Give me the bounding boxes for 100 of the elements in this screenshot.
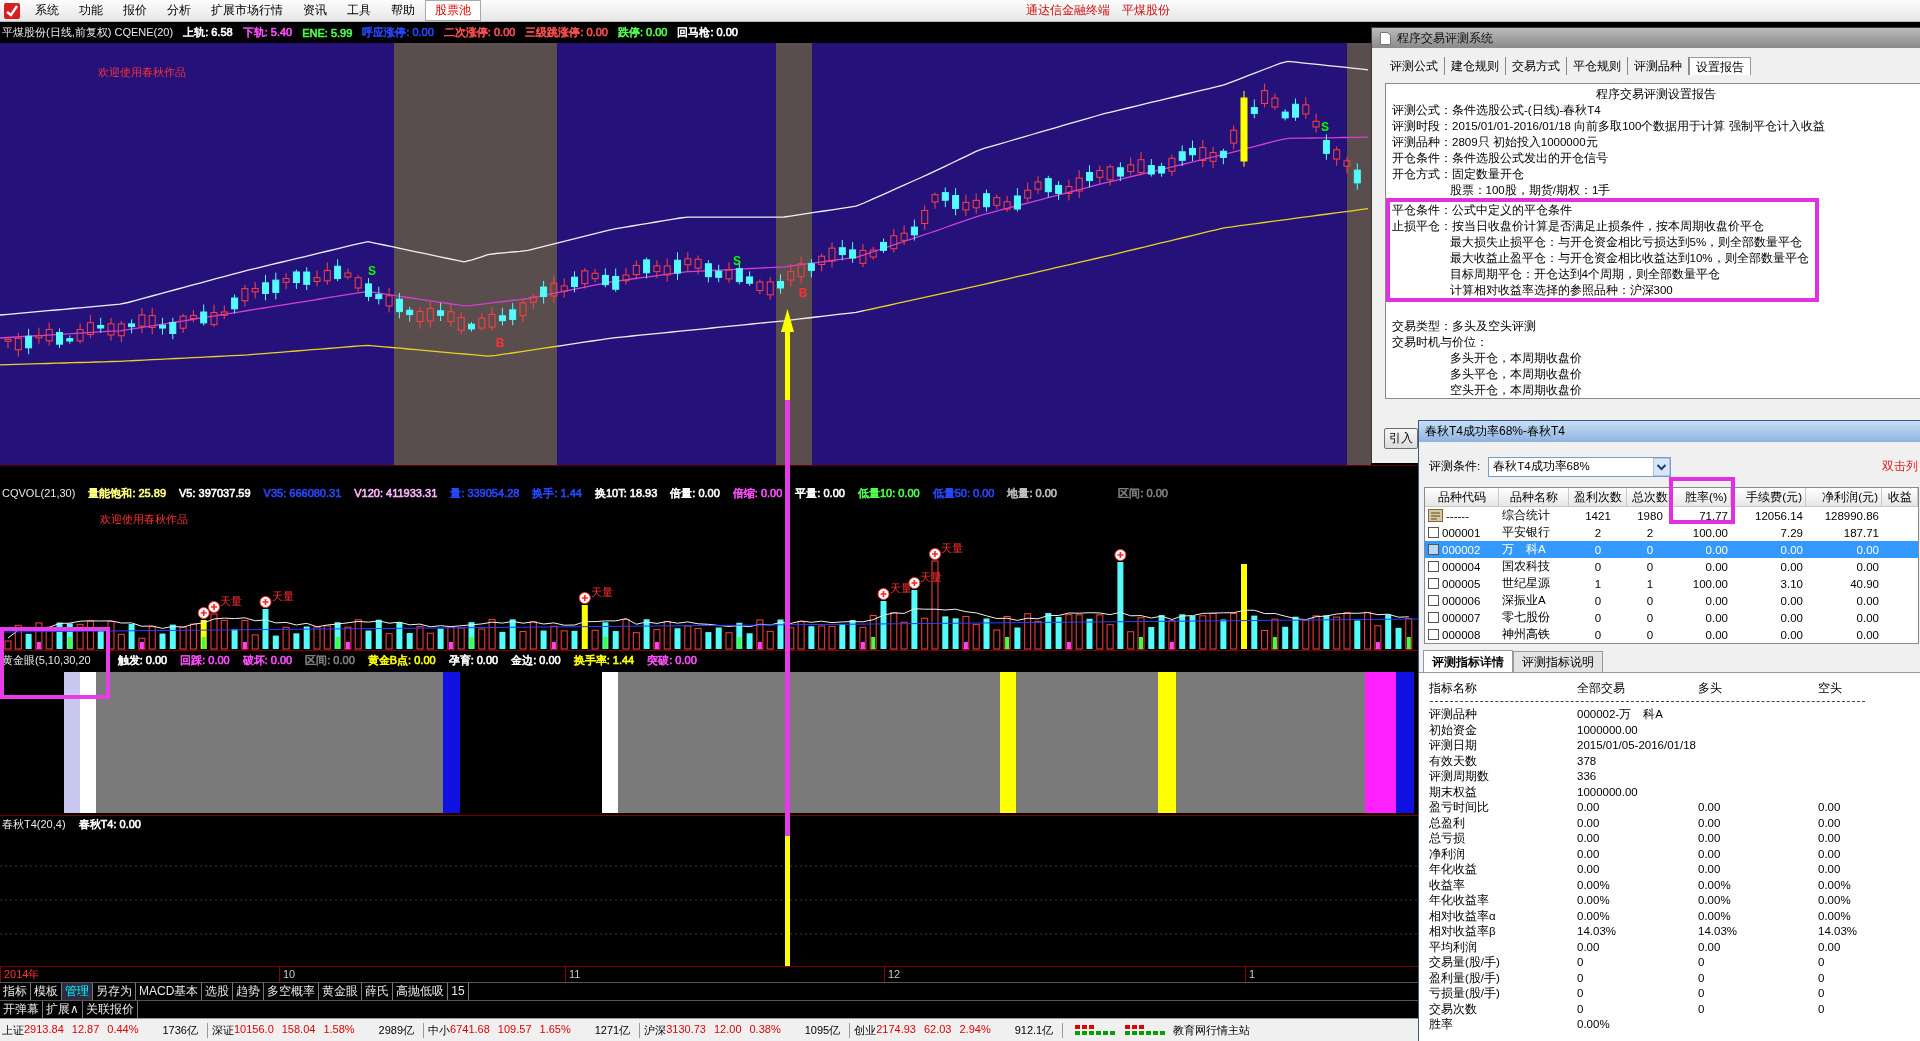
index-percent: 1.58% [323,1022,355,1037]
menu-item[interactable]: 分析 [157,0,201,21]
table-cell-text: 世纪星源 [1501,576,1551,591]
detail-value: 0.00% [1577,1017,1611,1032]
column-header[interactable]: 胜率(%) [1673,488,1731,506]
report-text: 空头开仓，本周期收盘价 [1449,383,1582,398]
menu-item[interactable]: 帮助 [381,0,425,21]
table-row[interactable]: 000007 零七股份 0 0 0.00 0.00 0.00 [1425,609,1918,626]
report-label: 评测时段： [1392,119,1452,134]
tab[interactable]: 评测指标说明 [1513,651,1603,672]
report-label: 开仓条件： [1392,151,1452,166]
detail-value: 0 [1818,955,1826,970]
index-percent: 2.94% [959,1022,991,1037]
index-name: 深证 [212,1022,234,1038]
menu-item[interactable]: 功能 [69,0,113,21]
indicator-title: 黄金眼(5,10,30,20 [2,652,91,668]
detail-value: 0.00 [1577,862,1601,877]
column-header[interactable]: 净利润(元) [1806,488,1882,506]
logo-icon[interactable] [4,2,20,19]
column-header[interactable]: 手续费(元) [1731,488,1806,506]
indicator-reading: 触发: 0.00 [117,652,168,668]
table-cell-text: 2 [1645,526,1655,539]
tab[interactable]: 设置报告 [1689,57,1751,75]
checkbox[interactable] [1428,544,1439,555]
detail-value: 0 [1698,986,1706,1001]
window-title: 春秋T4成功率68%-春秋T4 [1425,423,1566,440]
detail-value: 0.00 [1818,846,1842,862]
index-percent: 0.44% [107,1022,139,1037]
detail-label: 交易次数 [1428,1001,1478,1017]
index-change: 12.87 [71,1022,100,1037]
index-turnover: 1736亿 [162,1022,198,1038]
field-label: 评测条件: [1429,459,1481,474]
checkbox[interactable] [1428,629,1439,640]
column-header[interactable]: 总次数 [1627,488,1673,506]
menu-item[interactable]: 系统 [25,0,69,21]
bar-indicator-icon [1075,1025,1116,1035]
table-row[interactable]: 000001 平安银行 2 2 100.00 7.29 187.71 [1425,524,1918,541]
chevron-down-icon[interactable] [1653,457,1671,476]
detail-value: 0.00% [1698,877,1732,893]
table-cell-text: 40.90 [1849,577,1880,590]
table-cell-text: 187.71 [1842,526,1880,539]
column-header[interactable]: 盈利次数 [1569,488,1627,506]
report-text: 公式中定义的平仓条件 [1452,203,1572,218]
column-header[interactable]: 收益 [1882,488,1918,506]
indicator-reading: ENE: 5.99 [302,26,353,39]
indicator-reading: 区间: 0.00 [305,652,355,668]
detail-label: 相对收益率β [1428,924,1497,939]
checkbox[interactable] [1428,578,1439,589]
bar-indicator-icon [1125,1025,1166,1035]
checkbox[interactable] [1428,527,1439,538]
checkbox[interactable] [1428,595,1439,606]
tab[interactable]: 评测公式 [1384,57,1445,75]
detail-value: 0 [1818,1001,1826,1017]
tab[interactable]: 平仓规则 [1567,57,1628,75]
tab[interactable]: 评测指标详情 [1423,650,1513,672]
banner-text: 欢迎使用春秋作品 [100,513,188,525]
highlight-frame [1669,477,1735,524]
table-cell: 000004 [1442,560,1481,573]
spike-label: 天量 [889,582,912,594]
indicator-reading: 二次涨停: 0.00 [443,25,516,40]
detail-value: 0.00 [1698,846,1722,862]
table-cell: 000007 [1442,611,1481,624]
menu-item[interactable]: 报价 [113,0,157,21]
tab[interactable]: 交易方式 [1506,57,1567,75]
detail-value: 000002-万 科A [1577,707,1664,722]
import-button[interactable]: 引入 [1384,428,1418,449]
detail-label: 年化收益 [1428,862,1478,877]
column-header[interactable]: 品种名称 [1499,488,1569,506]
axis-label: 2014年 [4,968,40,980]
table-row[interactable]: 000008 神州高铁 0 0 0.00 0.00 0.00 [1425,626,1918,643]
detail-value: 0.00 [1577,846,1601,862]
menu-item[interactable]: 扩展市场行情 [201,0,293,21]
detail-label: 盈亏时间比 [1428,800,1490,815]
axis-label: 10 [283,968,296,980]
column-header[interactable]: 品种代码 [1425,488,1499,506]
detail-value: 1000000.00 [1577,784,1639,800]
table-cell-text: 0.00 [1779,611,1804,624]
banner-text: 欢迎使用春秋作品 [98,66,186,78]
checkbox[interactable] [1428,561,1439,572]
detail-value: 0.00% [1818,908,1852,924]
tab[interactable]: 管理 [62,983,93,1000]
tab[interactable]: 建仓规则 [1445,57,1506,75]
menu-item[interactable]: 股票池 [425,0,481,21]
report-label: 评测品种： [1392,135,1452,150]
table-row[interactable]: 000006 深振业A 0 0 0.00 0.00 0.00 [1425,592,1918,609]
table-row[interactable]: 000005 世纪星源 1 1 100.00 3.10 40.90 [1425,575,1918,592]
indicator-reading: 破坏: 0.00 [242,652,293,668]
table-cell-text: 0.00 [1779,594,1804,607]
detail-label: 亏损量(股/手) [1428,986,1501,1001]
detail-value: 336 [1577,769,1598,784]
report-text: 最大收益止盈平仓：与开仓资金相比收益达到10%，则全部数量平仓 [1449,251,1809,266]
checkbox[interactable] [1428,612,1439,623]
condition-dropdown[interactable]: 春秋T4成功率68% [1488,456,1672,477]
table-row[interactable]: 000004 国农科技 0 0 0.00 0.00 0.00 [1425,558,1918,575]
detail-value: 0.00% [1577,908,1611,924]
plus-circle-icon [259,596,272,608]
table-cell-text: 0.00 [1855,611,1880,624]
menu-item[interactable]: 工具 [337,0,381,21]
detail-label: 收益率 [1428,877,1466,893]
menu-item[interactable]: 资讯 [293,0,337,21]
